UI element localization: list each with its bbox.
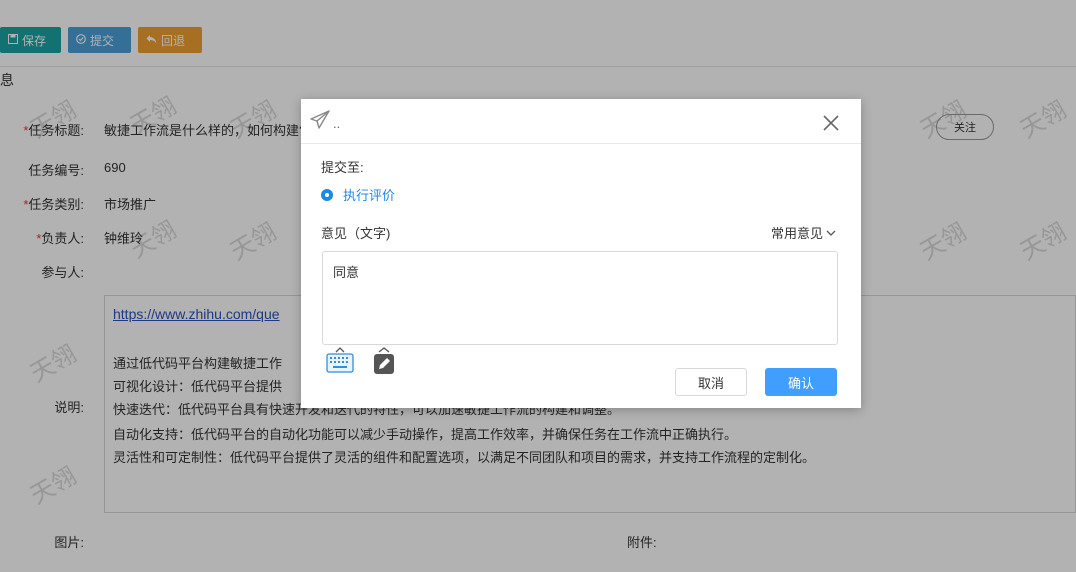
send-icon (309, 109, 331, 134)
dialog-title: .. (333, 116, 341, 131)
chevron-down-icon[interactable] (826, 225, 836, 240)
close-icon[interactable] (821, 113, 841, 133)
submit-to-label: 提交至: (321, 160, 364, 175)
execute-evaluation-radio[interactable]: 执行评价 (321, 185, 395, 204)
keyboard-icon[interactable] (326, 346, 354, 377)
common-opinion-label[interactable]: 常用意见 (771, 223, 823, 242)
cancel-button[interactable]: 取消 (675, 368, 747, 396)
submit-dialog: .. 提交至: 执行评价 意见（文字) 常用意见 同意 取消 确认 (301, 99, 861, 408)
dialog-header: .. (301, 99, 861, 144)
opinion-textarea[interactable]: 同意 (322, 251, 838, 345)
radio-label[interactable]: 执行评价 (343, 185, 395, 204)
handwriting-icon[interactable] (373, 346, 395, 379)
confirm-button[interactable]: 确认 (765, 368, 837, 396)
radio-selected-icon[interactable] (321, 188, 333, 201)
common-opinion-dropdown[interactable]: 常用意见 (771, 223, 836, 242)
opinion-label: 意见（文字) (321, 226, 391, 241)
